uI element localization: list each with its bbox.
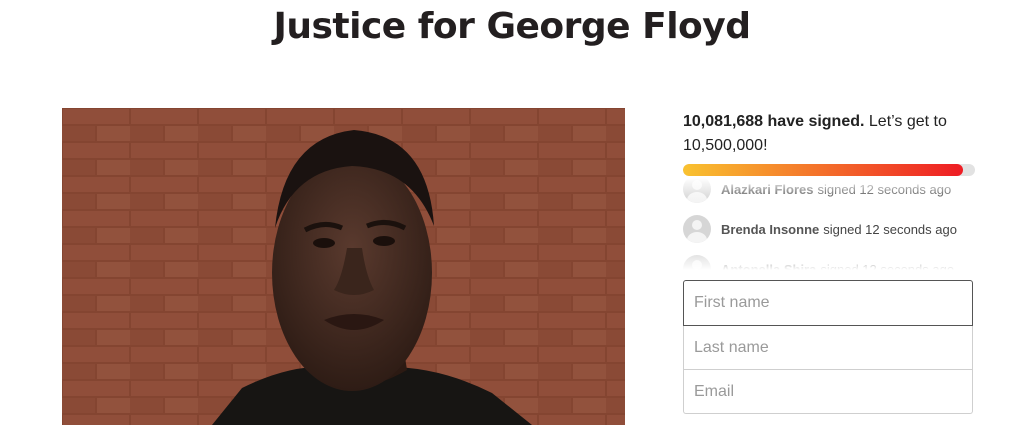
signer-action: signed 12 seconds ago (820, 261, 955, 271)
signature-progress-bar (683, 164, 975, 176)
avatar (683, 178, 711, 203)
recent-signer: Brenda Insonne signed 12 seconds ago (683, 214, 957, 244)
email-field[interactable] (683, 370, 973, 414)
signer-name: Antonella Shira (721, 261, 817, 271)
last-name-field[interactable] (683, 326, 973, 370)
signer-name: Brenda Insonne (721, 221, 820, 237)
first-name-field[interactable] (683, 280, 973, 326)
page-title: Justice for George Floyd (273, 6, 751, 47)
signed-count-text: 10,081,688 have signed. (683, 113, 865, 130)
avatar (683, 255, 711, 270)
avatar (683, 215, 711, 243)
petition-photo (62, 108, 625, 425)
signer-action: signed 12 seconds ago (817, 181, 952, 197)
recent-signers-list: Alazkari Flores signed 12 seconds ago Br… (683, 178, 975, 270)
signature-progress-fill (683, 164, 964, 176)
signer-action: signed 12 seconds ago (823, 221, 957, 237)
recent-signer: Alazkari Flores signed 12 seconds ago (683, 178, 951, 204)
recent-signer: Antonella Shira signed 12 seconds ago (683, 254, 954, 270)
signer-name: Alazkari Flores (721, 181, 814, 197)
signature-count: 10,081,688 have signed. Let’s get to 10,… (683, 110, 975, 158)
